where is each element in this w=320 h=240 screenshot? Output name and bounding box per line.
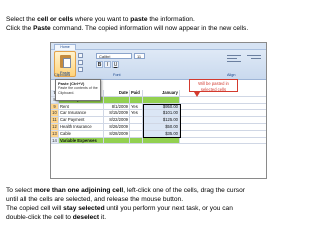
italic-button[interactable]: I [104, 61, 111, 68]
cell-january[interactable]: $125.00 [143, 117, 180, 124]
cell-empty[interactable] [180, 138, 266, 145]
paper-icon [63, 58, 71, 68]
text-bold: stay selected [63, 205, 105, 212]
text-bold: paste [130, 16, 148, 23]
ribbon-tab-strip: Home [51, 43, 266, 50]
row-header[interactable]: 12 [51, 124, 59, 131]
cell-paid[interactable] [130, 96, 143, 104]
cell-date[interactable]: 8/1/2009 [104, 103, 130, 111]
cell-january[interactable]: $50.00 [143, 124, 180, 131]
table-row: 13 Cable 8/28/2009 $35.00 [51, 130, 266, 138]
cell-date[interactable]: 8/15/2009 [104, 110, 130, 118]
table-row: 10 Car Insurance 8/15/2009 Yes $101.00 [51, 110, 266, 118]
font-size-select[interactable]: 11 [134, 53, 145, 59]
bold-button[interactable]: B [96, 61, 103, 68]
cell-january[interactable]: $35.00 [143, 130, 180, 138]
cell-paid[interactable] [130, 117, 143, 124]
text-fragment: To select [6, 187, 34, 194]
cell-paid[interactable]: Yes [130, 103, 143, 111]
cell-paid[interactable] [130, 137, 143, 145]
cell-empty[interactable] [180, 124, 266, 131]
tab-home[interactable]: Home [54, 44, 76, 50]
text-bold: deselect [72, 214, 100, 221]
underline-button[interactable]: U [112, 61, 119, 68]
instruction-line-5: The copied cell will stay selected until… [6, 204, 245, 213]
row-header[interactable]: 14 [51, 137, 59, 145]
cell-bill[interactable]: Car Insurance [59, 110, 104, 118]
cell-date[interactable]: 8/22/2009 [104, 117, 130, 124]
align-icon[interactable] [227, 61, 241, 62]
text-fragment: where you want to [73, 16, 131, 23]
text-fragment: double-click the cell to [6, 214, 73, 221]
cell-empty[interactable] [180, 117, 266, 124]
table-row: 12 Health Insurance 8/26/2009 $50.00 [51, 124, 266, 131]
font-name-select[interactable]: Calibri [96, 53, 132, 59]
cell-bill[interactable]: Car Payment [59, 117, 104, 124]
format-painter-icon[interactable] [78, 67, 83, 72]
table-row: 14 Variable Expenses [51, 137, 266, 145]
text-fragment: The copied cell will [6, 205, 64, 212]
instruction-line-4: until all the cells are selected, and re… [6, 196, 184, 203]
group-label-alignment: Align [227, 73, 236, 77]
cell-empty[interactable] [180, 97, 266, 104]
text-fragment: the information. [147, 16, 195, 23]
text-bold: more than one adjoining cell [33, 187, 124, 194]
instruction-line-3: To select more than one adjoining cell, … [6, 186, 245, 195]
cell-paid[interactable] [130, 124, 143, 131]
group-label-clipboard: Clipboard [54, 73, 71, 77]
paste-tooltip: Paste (Ctrl+V) Paste the contents of the… [55, 79, 101, 101]
cell-bill[interactable]: Health Insurance [59, 124, 104, 131]
text-fragment: Select the [6, 16, 38, 23]
cell-date[interactable] [104, 96, 130, 104]
cell-empty[interactable] [180, 110, 266, 118]
table-row: 9 Rent 8/1/2009 Yes $950.00 [51, 103, 266, 111]
align-icon[interactable] [251, 58, 261, 59]
cell-date[interactable]: Date [104, 90, 130, 97]
table-row: 11 Car Payment 8/22/2009 $125.00 [51, 117, 266, 124]
text-fragment: command. The copied information will now… [50, 25, 249, 32]
align-icon[interactable] [227, 58, 237, 59]
cut-icon[interactable] [78, 53, 83, 58]
instruction-line-1: Select the cell or cells where you want … [6, 15, 248, 24]
group-label-font: Font [113, 73, 121, 77]
cell-bill[interactable]: Rent [59, 103, 104, 111]
row-header[interactable]: 9 [51, 103, 59, 111]
row-header[interactable]: 13 [51, 130, 59, 138]
cell-date[interactable]: 8/26/2009 [104, 124, 130, 131]
cell-january[interactable] [143, 96, 180, 104]
align-icon[interactable] [247, 55, 261, 56]
cell-empty[interactable] [180, 104, 266, 111]
cell-january[interactable]: $101.00 [143, 110, 180, 118]
ribbon: Home Paste Calibri 11 B I U Clipboard Fo… [51, 43, 266, 80]
cell-bill[interactable]: Cable [59, 130, 104, 138]
instruction-line-2: Click the Paste command. The copied info… [6, 24, 248, 33]
cell-bill[interactable]: Variable Expenses [59, 137, 104, 145]
row-header[interactable]: 11 [51, 117, 59, 124]
text-fragment: it. [99, 214, 107, 221]
text-fragment: , left-click one of the cells, drag the … [123, 187, 245, 194]
cell-date[interactable]: 8/28/2009 [104, 130, 130, 138]
cell-paid[interactable] [130, 130, 143, 138]
cell-paid[interactable]: Paid [130, 90, 143, 97]
copy-icon[interactable] [78, 60, 83, 65]
tooltip-body: Paste the contents of the Clipboard. [58, 86, 98, 95]
paste-callout: Will be pasted in selected cells [189, 79, 238, 92]
text-fragment: Click the [6, 25, 34, 32]
cell-january[interactable]: January [143, 90, 180, 97]
excel-screenshot: Home Paste Calibri 11 B I U Clipboard Fo… [50, 42, 267, 179]
cell-paid[interactable]: Yes [130, 110, 143, 118]
cell-empty[interactable] [180, 131, 266, 138]
text-fragment: until you perform your next task, or you… [104, 205, 233, 212]
callout-pointer [194, 92, 200, 97]
instruction-top: Select the cell or cells where you want … [6, 15, 248, 33]
text-bold: Paste [33, 25, 51, 32]
instruction-line-6: double-click the cell to deselect it. [6, 213, 245, 222]
cell-january[interactable] [143, 137, 180, 145]
text-bold: cell or cells [37, 16, 74, 23]
cell-date[interactable] [104, 137, 130, 145]
row-header[interactable]: 10 [51, 110, 59, 118]
align-icon[interactable] [227, 55, 241, 56]
instruction-bottom: To select more than one adjoining cell, … [6, 186, 245, 222]
cell-january[interactable]: $950.00 [143, 103, 180, 111]
